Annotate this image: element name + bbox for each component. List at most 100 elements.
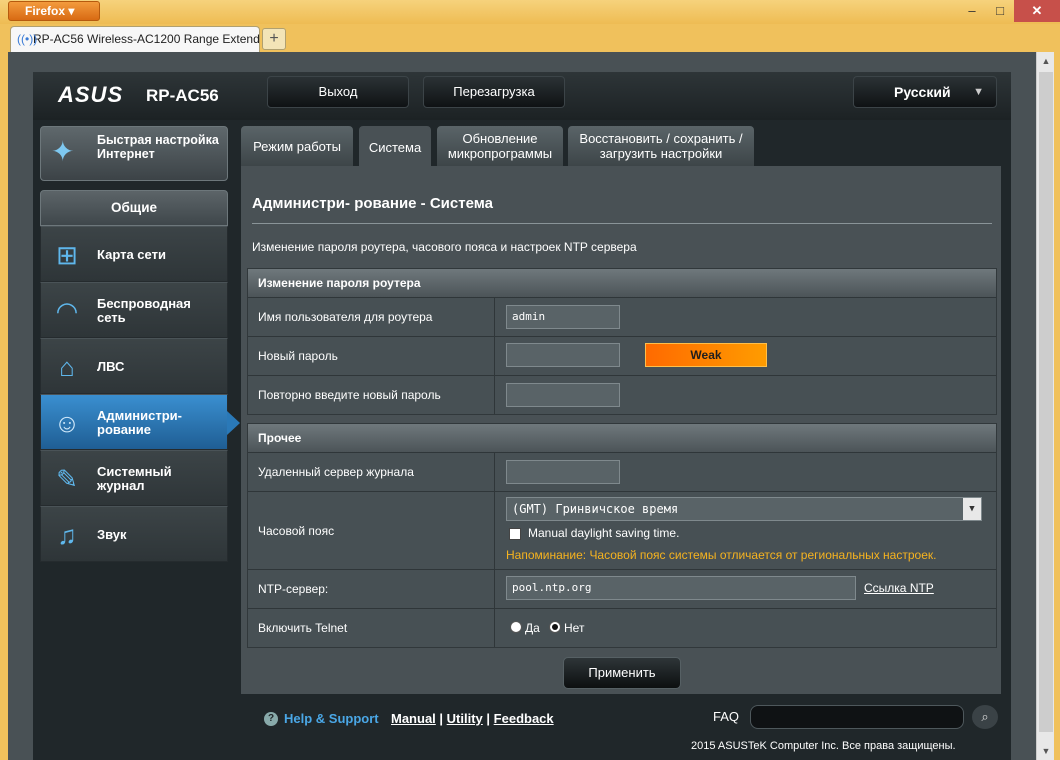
sidebar-item-network-map[interactable]: ⊞ Карта сети [40,226,228,282]
firefox-menu-button[interactable]: Firefox ▾ [8,1,100,21]
misc-section: Прочее Удаленный сервер журнала Часовой … [247,423,997,648]
telnet-no-radio[interactable] [549,621,561,633]
ntp-link[interactable]: Ссылка NTP [864,581,934,595]
scroll-up-icon[interactable]: ▲ [1037,52,1055,70]
telnet-row: Включить Telnet Да Нет [248,608,996,647]
sidebar-item-label: Системный журнал [97,464,172,493]
footer: ? Help & Support Manual | Utility | Feed… [33,694,1011,760]
timezone-select[interactable]: (GMT) Гринвичское время ▼ [506,497,982,521]
apply-button[interactable]: Применить [563,657,681,689]
copyright-text: 2015 ASUSTeK Computer Inc. Все права защ… [691,740,956,752]
browser-viewport: ASUS RP-AC56 Выход Перезагрузка Русский … [8,52,1036,760]
quick-internet-setup-button[interactable]: ✦ Быстрая настройка Интернет [40,126,228,181]
timezone-label: Часовой пояс [248,492,495,569]
sidebar-item-lan[interactable]: ⌂ ЛВС [40,338,228,394]
magic-wand-icon: ✦ [51,136,75,167]
minimize-button[interactable]: – [958,0,986,22]
username-label: Имя пользователя для роутера [248,298,495,336]
password-strength-badge: Weak [645,343,767,367]
content-panel: Администри- рование - Система Изменение … [241,166,1001,694]
telnet-yes-radio[interactable] [510,621,522,633]
sidebar-item-label: Администри- рование [97,408,182,437]
network-map-icon: ⊞ [56,240,78,270]
misc-section-header: Прочее [248,424,996,452]
dst-checkbox[interactable] [509,528,521,540]
repeat-password-input[interactable] [506,383,620,407]
ntp-label: NTP-сервер: [248,570,495,608]
browser-tabbar: ((•)) RP-AC56 Wireless-AC1200 Range Exte… [0,24,1060,52]
sidebar-item-label: Звук [97,527,127,542]
timezone-value: (GMT) Гринвичское время [512,502,679,516]
scroll-down-icon[interactable]: ▼ [1037,742,1055,760]
tab-firmware-upgrade[interactable]: Обновление микропрограммы [437,126,563,166]
page-title: Администри- рование - Система [252,195,493,212]
maximize-button[interactable]: □ [986,0,1014,22]
page-description: Изменение пароля роутера, часового пояса… [252,240,637,254]
wifi-tab-icon: ((•)) [17,32,38,46]
new-tab-button[interactable]: + [262,28,286,50]
scrollbar-thumb[interactable] [1039,72,1053,732]
logout-button[interactable]: Выход [267,76,409,108]
router-page: ASUS RP-AC56 Выход Перезагрузка Русский … [33,72,1011,760]
new-password-input[interactable] [506,343,620,367]
search-icon[interactable]: ⌕ [972,705,998,729]
log-server-label: Удаленный сервер журнала [248,453,495,491]
sidebar-menu: Общие ⊞ Карта сети ◠ Беспроводная сеть ⌂… [40,190,240,562]
language-value: Русский [894,84,951,100]
tab-system[interactable]: Система [359,126,431,168]
admin-user-icon: ☺ [53,408,81,438]
new-password-label: Новый пароль [248,337,495,375]
browser-titlebar: Firefox ▾ – □ ✕ [0,0,1060,24]
model-name: RP-AC56 [146,86,219,105]
feedback-link[interactable]: Feedback [494,711,554,726]
repeat-password-label: Повторно введите новый пароль [248,376,495,414]
sidebar-item-label: ЛВС [97,359,125,374]
telnet-label: Включить Telnet [248,609,495,647]
timezone-reminder: Напоминание: Часовой пояс системы отлича… [506,548,937,562]
music-note-icon: ♫ [57,520,77,550]
log-server-input[interactable] [506,460,620,484]
faq-search-input[interactable] [750,705,964,729]
telnet-yes-label: Да [525,621,540,635]
faq-label: FAQ [713,709,740,724]
dst-label: Manual daylight saving time. [528,526,680,540]
telnet-no-label: Нет [564,621,585,635]
username-input[interactable]: admin [506,305,620,329]
log-edit-icon: ✎ [56,464,78,494]
sidebar-section-general: Общие [40,190,228,226]
help-support-label: Help & Support [284,711,379,726]
title-divider [252,223,992,224]
vertical-scrollbar[interactable]: ▲ ▼ [1036,52,1054,760]
router-header: ASUS RP-AC56 Выход Перезагрузка Русский … [33,72,1011,120]
asus-logo: ASUS [58,82,124,107]
quick-setup-label: Быстрая настройка Интернет [97,133,219,161]
language-select[interactable]: Русский ▼ [853,76,997,108]
close-window-button[interactable]: ✕ [1014,0,1060,22]
browser-tab-title: RP-AC56 Wireless-AC1200 Range Extend... [33,32,260,46]
sidebar-item-label: Беспроводная сеть [97,296,191,325]
ntp-row: NTP-сервер: pool.ntp.org Ссылка NTP [248,569,996,608]
tab-restore-save-settings[interactable]: Восстановить / сохранить / загрузить нас… [568,126,754,166]
sidebar-item-system-log[interactable]: ✎ Системный журнал [40,450,228,506]
manual-link[interactable]: Manual [391,711,436,726]
new-password-row: Новый пароль Weak [248,336,996,375]
sidebar-item-sound[interactable]: ♫ Звук [40,506,228,562]
password-section-header: Изменение пароля роутера [248,269,996,297]
sidebar-item-wireless[interactable]: ◠ Беспроводная сеть [40,282,228,338]
tab-operation-mode[interactable]: Режим работы [241,126,353,166]
reboot-button[interactable]: Перезагрузка [423,76,565,108]
sidebar-item-label: Карта сети [97,247,166,262]
password-section: Изменение пароля роутера Имя пользовател… [247,268,997,415]
chevron-down-icon: ▼ [973,86,984,98]
utility-link[interactable]: Utility [447,711,483,726]
chevron-down-icon: ▼ [963,498,981,520]
ntp-server-input[interactable]: pool.ntp.org [506,576,856,600]
username-row: Имя пользователя для роутера admin [248,297,996,336]
question-icon: ? [264,712,278,726]
timezone-row: Часовой пояс (GMT) Гринвичское время ▼ M… [248,491,996,569]
log-server-row: Удаленный сервер журнала [248,452,996,491]
repeat-password-row: Повторно введите новый пароль [248,375,996,414]
home-icon: ⌂ [59,352,75,382]
browser-tab[interactable]: ((•)) RP-AC56 Wireless-AC1200 Range Exte… [10,26,260,52]
sidebar-item-administration[interactable]: ☺ Администри- рование [40,394,240,450]
